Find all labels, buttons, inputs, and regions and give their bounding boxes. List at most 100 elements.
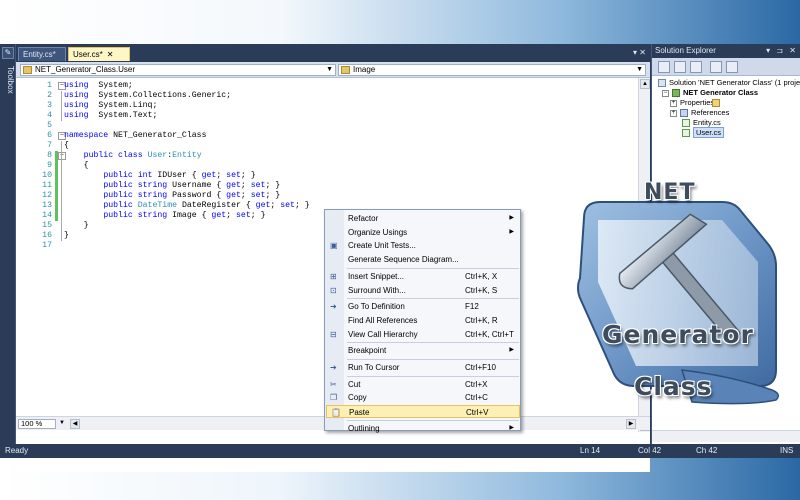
member-dropdown[interactable]: Image ▼	[338, 64, 646, 76]
menu-item-insert-snippet[interactable]: ⊞ Insert Snippet... Ctrl+K, X	[326, 270, 520, 283]
menu-item-go-to-definition[interactable]: ➜ Go To Definition F12	[326, 300, 520, 313]
menu-item-run-to-cursor[interactable]: ➔ Run To Cursor Ctrl+F10	[326, 361, 520, 374]
menu-item-cut[interactable]: ✂ Cut Ctrl+X	[326, 378, 520, 391]
line-number: 11	[42, 181, 52, 190]
tree-node-label: Entity.cs	[693, 118, 721, 127]
toolbox-tab[interactable]: Toolbox	[1, 64, 15, 124]
menu-item-refactor[interactable]: Refactor ▶	[326, 212, 520, 225]
scroll-up-arrow-icon[interactable]: ▲	[640, 79, 650, 89]
references-icon	[680, 109, 688, 118]
line-number: 1	[47, 81, 52, 90]
zoom-dropdown[interactable]: 100 %	[18, 419, 56, 429]
navigation-bar: NET_Generator_Class.User ▼ Image ▼	[16, 62, 650, 78]
context-menu: Refactor ▶ Organize Usings ▶ ▣ Create Unit Te…	[324, 209, 521, 433]
tree-node[interactable]: − NET Generator Class	[662, 88, 758, 98]
expand-icon[interactable]: +	[670, 109, 677, 117]
tree-node[interactable]: Solution 'NET Generator Class' (1 projec…	[658, 78, 800, 88]
menu-separator	[347, 267, 519, 269]
code-line[interactable]: 9 {	[16, 161, 636, 171]
document-tabs: Entity.cs* User.cs* ✕ ▾ ✕	[16, 46, 650, 62]
code-line[interactable]: 12 public string Password { get; set; }	[16, 191, 636, 201]
line-number: 3	[47, 101, 52, 110]
code-text: public string Password { get; set; }	[103, 191, 281, 200]
submenu-arrow-icon: ▶	[509, 215, 514, 221]
menu-item-copy[interactable]: ❐ Copy Ctrl+C	[326, 391, 520, 404]
line-number: 16	[42, 231, 52, 240]
expand-icon[interactable]: +	[670, 99, 677, 107]
menu-item-outlining[interactable]: Outlining ▶	[326, 422, 520, 435]
paste-icon: 📋	[331, 408, 341, 418]
collapse-icon[interactable]: −	[662, 89, 669, 97]
toolbox-tools-icon[interactable]: ✎	[2, 47, 14, 59]
logo-word-generator: Generator	[602, 320, 754, 349]
menu-item-label: Paste	[349, 408, 370, 418]
code-text: using System.Linq;	[64, 101, 158, 110]
tab-user-cs[interactable]: User.cs* ✕	[68, 47, 130, 61]
code-line[interactable]: 5	[16, 121, 636, 131]
menu-item-view-call-hierarchy[interactable]: ⊟ View Call Hierarchy Ctrl+K, Ctrl+T	[326, 328, 520, 341]
scroll-left-arrow-icon[interactable]: ◀	[70, 419, 80, 429]
code-line[interactable]: 4 using System.Text;	[16, 111, 636, 121]
unit-test-icon: ▣	[330, 241, 338, 251]
code-text: }	[64, 231, 69, 240]
tree-node[interactable]: User.cs	[682, 127, 725, 138]
change-indicator	[55, 211, 58, 221]
line-number: 13	[42, 201, 52, 210]
menu-item-breakpoint[interactable]: Breakpoint ▶	[326, 344, 520, 357]
show-all-files-icon[interactable]	[674, 61, 686, 73]
line-number: 9	[47, 161, 52, 170]
class-diagram-icon[interactable]	[726, 61, 738, 73]
code-line[interactable]: 1− using System;	[16, 81, 636, 91]
change-indicator	[55, 191, 58, 201]
code-text: public string Username { get; set; }	[103, 181, 281, 190]
status-column: Col 42	[638, 446, 662, 455]
chevron-down-icon: ▼	[326, 66, 333, 73]
copy-icon: ❐	[330, 393, 338, 403]
line-number: 2	[47, 91, 52, 100]
code-line[interactable]: 3 using System.Linq;	[16, 101, 636, 111]
scroll-right-arrow-icon[interactable]: ▶	[626, 419, 636, 429]
tree-node[interactable]: + References	[670, 108, 729, 118]
menu-item-organize-usings[interactable]: Organize Usings ▶	[326, 226, 520, 239]
menu-item-surround-with[interactable]: ⊡ Surround With... Ctrl+K, S	[326, 284, 520, 297]
code-text: using System;	[64, 81, 133, 90]
code-line[interactable]: 11 public string Username { get; set; }	[16, 181, 636, 191]
chevron-down-icon[interactable]: ▼	[58, 419, 66, 429]
menu-item-generate-sequence-diagram[interactable]: Generate Sequence Diagram...	[326, 253, 520, 266]
code-line[interactable]: 7{	[16, 141, 636, 151]
properties-icon[interactable]	[658, 61, 670, 73]
tree-node-label: User.cs	[693, 127, 725, 138]
outline-guide	[61, 91, 62, 121]
menu-item-paste[interactable]: 📋 Paste Ctrl+V	[326, 405, 520, 419]
code-line[interactable]: 8− public class User:Entity	[16, 151, 636, 161]
menu-separator	[347, 359, 519, 360]
definition-icon: ➜	[330, 302, 337, 312]
tab-label: User.cs*	[73, 50, 103, 59]
menu-item-label: Run To Cursor	[348, 363, 400, 372]
menu-item-shortcut: Ctrl+K, R	[465, 315, 498, 325]
solution-horizontal-scrollbar[interactable]	[652, 430, 800, 442]
type-dropdown[interactable]: NET_Generator_Class.User ▼	[20, 64, 336, 76]
tree-node[interactable]: + Properties	[670, 98, 720, 108]
close-icon[interactable]: ✕	[107, 50, 114, 59]
code-line[interactable]: 2 using System.Collections.Generic;	[16, 91, 636, 101]
member-dropdown-value: Image	[353, 65, 376, 74]
code-text: {	[64, 141, 69, 150]
code-line[interactable]: 6− namespace NET_Generator_Class	[16, 131, 636, 141]
menu-item-find-all-references[interactable]: Find All References Ctrl+K, R	[326, 314, 520, 327]
refresh-icon[interactable]	[690, 61, 702, 73]
line-number: 4	[47, 111, 52, 120]
document-window-controls[interactable]: ▾ ✕	[633, 48, 646, 57]
menu-item-create-unit-tests[interactable]: ▣ Create Unit Tests...	[326, 239, 520, 252]
line-number: 8	[47, 151, 52, 160]
surround-icon: ⊡	[330, 285, 337, 295]
status-insert-mode: INS	[780, 446, 794, 455]
menu-item-label: View Call Hierarchy	[348, 329, 418, 339]
panel-controls[interactable]: ▾ ⊐ ✕	[766, 44, 798, 58]
line-number: 10	[42, 171, 52, 180]
tab-entity-cs[interactable]: Entity.cs*	[18, 47, 66, 61]
view-code-icon[interactable]	[710, 61, 722, 73]
status-bar: Ready Ln 14 Col 42 Ch 42 INS	[0, 444, 800, 458]
line-number: 7	[47, 141, 52, 150]
code-line[interactable]: 10 public int IDUser { get; set; }	[16, 171, 636, 181]
